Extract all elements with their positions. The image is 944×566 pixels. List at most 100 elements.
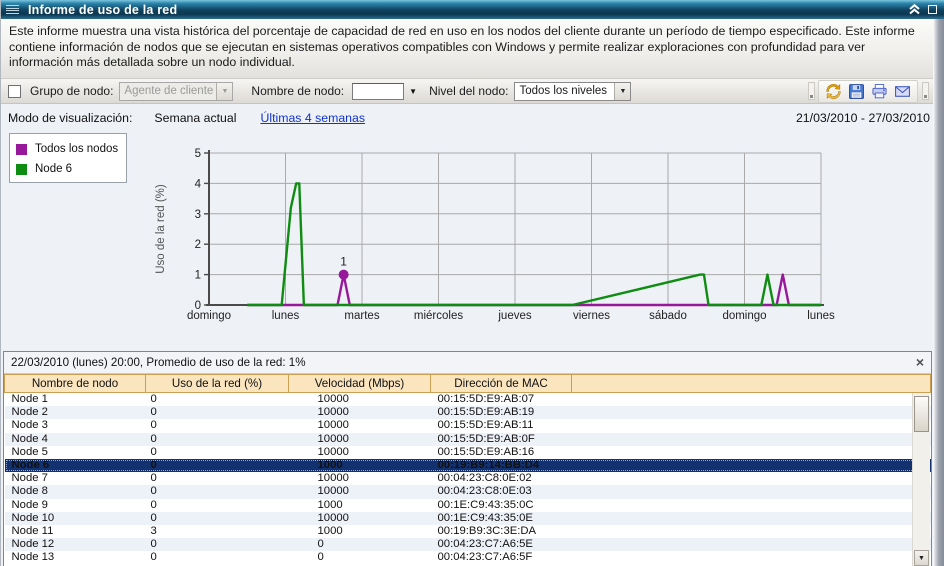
col-speed[interactable]: Velocidad (Mbps) [289, 375, 431, 393]
table-row[interactable]: Node 60100000:19:B9:14:BB:D4 [5, 459, 931, 472]
maximize-icon[interactable] [928, 5, 937, 14]
table-cell[interactable]: 0 [146, 538, 289, 551]
table-cell[interactable] [572, 446, 931, 459]
toolbar-grip[interactable] [808, 82, 815, 100]
table-cell[interactable]: 0 [146, 419, 289, 432]
table-cell[interactable]: 00:04:23:C8:0E:03 [431, 485, 572, 498]
table-cell[interactable]: Node 8 [5, 485, 146, 498]
table-row[interactable]: Node 90100000:1E:C9:43:35:0C [5, 499, 931, 512]
col-usage[interactable]: Uso de la red (%) [146, 375, 289, 393]
table-cell[interactable]: 00:19:B9:3C:3E:DA [431, 525, 572, 538]
table-cell[interactable] [572, 406, 931, 419]
table-cell[interactable]: Node 9 [5, 499, 146, 512]
table-cell[interactable]: 00:15:5D:E9:AB:0F [431, 433, 572, 446]
table-cell[interactable]: 10000 [289, 512, 431, 525]
table-row[interactable]: Node 301000000:15:5D:E9:AB:11 [5, 419, 931, 432]
table-cell[interactable] [572, 525, 931, 538]
table-cell[interactable]: Node 13 [5, 551, 146, 564]
table-cell[interactable]: Node 3 [5, 419, 146, 432]
table-cell[interactable]: 3 [146, 525, 289, 538]
col-mac[interactable]: Dirección de MAC [431, 375, 572, 393]
table-row[interactable]: Node 501000000:15:5D:E9:AB:16 [5, 446, 931, 459]
table-cell[interactable]: Node 12 [5, 538, 146, 551]
table-row[interactable]: Node 101000000:15:5D:E9:AB:07 [5, 393, 931, 407]
table-cell[interactable]: 0 [289, 538, 431, 551]
table-cell[interactable]: 10000 [289, 472, 431, 485]
table-row[interactable]: Node 120000:04:23:C7:A6:5E [5, 538, 931, 551]
node-name-input[interactable] [352, 83, 404, 100]
node-group-checkbox[interactable] [8, 85, 21, 98]
table-cell[interactable]: 10000 [289, 433, 431, 446]
table-cell[interactable]: 1000 [289, 499, 431, 512]
node-group-select[interactable]: Agente de cliente ▼ [119, 82, 233, 101]
table-cell[interactable]: 1000 [289, 459, 431, 472]
table-cell[interactable]: 00:15:5D:E9:AB:07 [431, 393, 572, 407]
table-cell[interactable]: 0 [146, 499, 289, 512]
table-row[interactable]: Node 401000000:15:5D:E9:AB:0F [5, 433, 931, 446]
email-icon[interactable] [894, 83, 911, 100]
table-cell[interactable] [572, 512, 931, 525]
table-cell[interactable]: 00:1E:C9:43:35:0E [431, 512, 572, 525]
table-cell[interactable] [572, 538, 931, 551]
collapse-panel-icon[interactable] [908, 4, 921, 15]
table-cell[interactable]: 0 [146, 472, 289, 485]
toolbar-grip[interactable] [922, 82, 929, 100]
table-cell[interactable]: 0 [146, 406, 289, 419]
table-cell[interactable]: Node 11 [5, 525, 146, 538]
col-node-name[interactable]: Nombre de nodo [5, 375, 146, 393]
table-cell[interactable]: 0 [146, 485, 289, 498]
table-cell[interactable]: Node 2 [5, 406, 146, 419]
table-cell[interactable]: 10000 [289, 393, 431, 407]
table-cell[interactable]: 00:1E:C9:43:35:0C [431, 499, 572, 512]
table-cell[interactable]: 0 [146, 446, 289, 459]
scroll-down-icon[interactable]: ▼ [914, 550, 929, 566]
table-cell[interactable] [572, 459, 931, 472]
table-cell[interactable]: 00:04:23:C7:A6:5E [431, 538, 572, 551]
table-cell[interactable]: 00:19:B9:14:BB:D4 [431, 459, 572, 472]
table-cell[interactable]: 00:15:5D:E9:AB:11 [431, 419, 572, 432]
table-cell[interactable]: Node 5 [5, 446, 146, 459]
table-cell[interactable]: 0 [146, 459, 289, 472]
refresh-icon[interactable] [825, 83, 842, 100]
table-cell[interactable]: 10000 [289, 446, 431, 459]
table-cell[interactable]: 00:15:5D:E9:AB:19 [431, 406, 572, 419]
table-cell[interactable]: Node 4 [5, 433, 146, 446]
window-scrollbar[interactable] [933, 19, 944, 566]
table-cell[interactable] [572, 551, 931, 564]
table-cell[interactable]: Node 1 [5, 393, 146, 407]
table-scrollbar-thumb[interactable] [914, 396, 929, 432]
table-row[interactable]: Node 201000000:15:5D:E9:AB:19 [5, 406, 931, 419]
node-level-select[interactable]: Todos los niveles ▼ [514, 82, 631, 101]
table-row[interactable]: Node 130000:04:23:C7:A6:5F [5, 551, 931, 564]
table-cell[interactable]: Node 6 [5, 459, 146, 472]
table-cell[interactable]: 10000 [289, 485, 431, 498]
table-row[interactable]: Node 801000000:04:23:C8:0E:03 [5, 485, 931, 498]
table-cell[interactable]: Node 10 [5, 512, 146, 525]
table-cell[interactable]: 00:04:23:C7:A6:5F [431, 551, 572, 564]
table-cell[interactable]: 0 [146, 551, 289, 564]
table-cell[interactable]: 0 [146, 433, 289, 446]
table-cell[interactable]: 0 [146, 512, 289, 525]
table-scrollbar[interactable]: ▼ [912, 393, 930, 566]
table-cell[interactable]: 10000 [289, 419, 431, 432]
table-row[interactable]: Node 113100000:19:B9:3C:3E:DA [5, 525, 931, 538]
table-cell[interactable] [572, 419, 931, 432]
table-cell[interactable] [572, 485, 931, 498]
table-row[interactable]: Node 1001000000:1E:C9:43:35:0E [5, 512, 931, 525]
table-cell[interactable] [572, 393, 931, 407]
last-4-weeks-link[interactable]: Últimas 4 semanas [260, 111, 365, 125]
close-icon[interactable]: × [916, 354, 924, 371]
table-cell[interactable]: 10000 [289, 406, 431, 419]
save-icon[interactable] [848, 83, 865, 100]
selected-point-marker[interactable] [339, 270, 349, 280]
table-cell[interactable] [572, 499, 931, 512]
node-name-dropdown-icon[interactable]: ▼ [409, 87, 417, 96]
table-cell[interactable]: 00:15:5D:E9:AB:16 [431, 446, 572, 459]
table-row[interactable]: Node 701000000:04:23:C8:0E:02 [5, 472, 931, 485]
table-cell[interactable]: 0 [146, 393, 289, 407]
table-cell[interactable] [572, 433, 931, 446]
table-cell[interactable]: Node 7 [5, 472, 146, 485]
table-cell[interactable]: 1000 [289, 525, 431, 538]
print-icon[interactable] [871, 83, 888, 100]
table-cell[interactable]: 0 [289, 551, 431, 564]
